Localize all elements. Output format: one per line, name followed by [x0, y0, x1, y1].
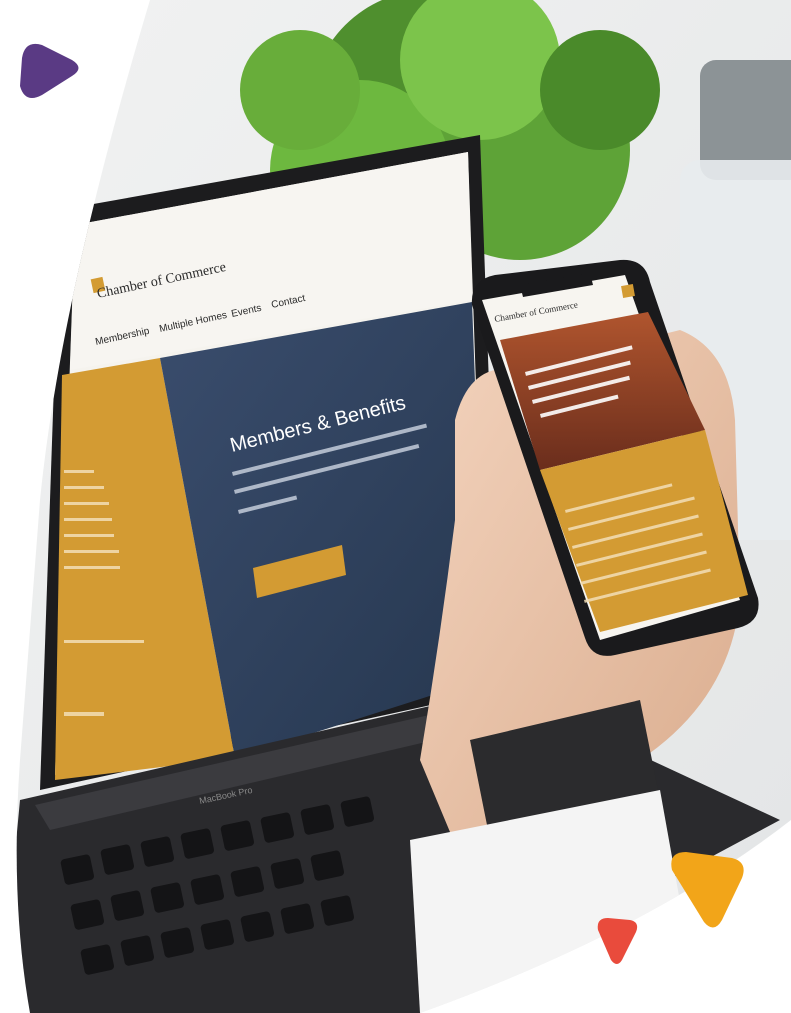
laptop-screen: Chamber of Commerce Membership Multiple …: [55, 152, 486, 780]
red-triangle-icon: [597, 918, 638, 964]
purple-triangle-icon: [20, 43, 79, 98]
product-photo: Chamber of Commerce Membership Multiple …: [0, 0, 791, 1013]
